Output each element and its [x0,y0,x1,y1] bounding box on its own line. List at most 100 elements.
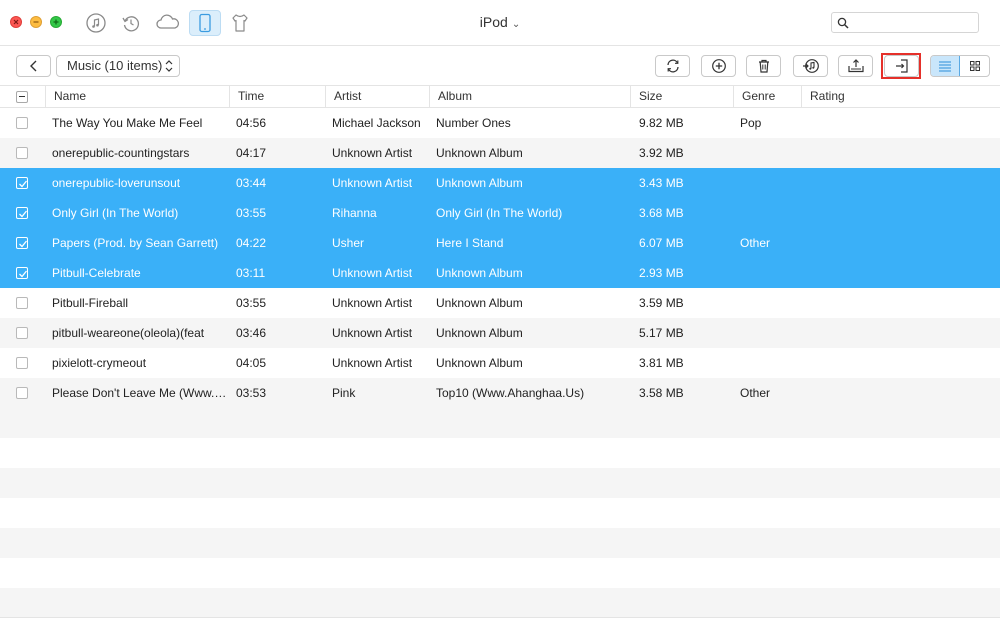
list-view-icon [939,61,951,72]
row-checkbox[interactable] [16,117,28,129]
cell-time: 03:44 [236,176,267,190]
to-device-button[interactable] [838,55,873,77]
search-input[interactable] [854,15,978,32]
row-checkbox[interactable] [16,207,28,219]
cell-rating [810,348,960,378]
grid-view-button[interactable] [960,56,989,76]
cell-name: onerepublic-loverunsout [52,176,181,190]
cell-time: 04:56 [236,116,267,130]
cell-name: The Way You Make Me Feel [52,116,203,130]
category-selector[interactable]: Music (10 items) [56,55,180,77]
cell-name: Pitbull-Celebrate [52,266,141,280]
cell-rating [810,258,960,288]
chevron-left-icon [29,60,36,72]
cell-album: Unknown Album [436,266,523,280]
cell-name: pixielott-crymeout [52,356,147,370]
cell-time: 03:55 [236,206,267,220]
row-checkbox[interactable] [16,297,28,309]
row-checkbox[interactable] [16,177,28,189]
chevron-down-icon: ⌄ [511,19,521,30]
cell-album: Unknown Album [436,176,523,190]
list-view-button[interactable] [931,56,961,76]
cell-artist: Usher [332,236,365,250]
column-header-time[interactable]: Time [229,86,325,107]
row-checkbox[interactable] [16,267,28,279]
cell-album: Number Ones [436,116,511,130]
table-row[interactable]: The Way You Make Me Feel 04:56 Michael Jac… [0,108,1000,138]
cell-time: 04:22 [236,236,267,250]
cell-album: Top10 (Www.Ahanghaa.Us) [436,386,585,400]
row-checkbox[interactable] [16,327,28,339]
cell-genre: Other [740,236,771,250]
cell-artist: Unknown Artist [332,326,413,340]
toolbar: Music (10 items) [0,46,1000,86]
column-header-genre[interactable]: Genre [733,86,801,107]
cell-size: 6.07 MB [639,236,684,250]
add-icon [711,59,726,73]
cell-time: 03:55 [236,296,267,310]
cell-genre [740,198,798,228]
cell-name: onerepublic-countingstars [52,146,190,160]
checkmark-icon [19,210,28,218]
add-button[interactable] [701,55,736,77]
empty-row [0,408,1000,438]
cell-name: Papers (Prod. by Sean Garrett) [52,236,219,250]
cell-genre: Other [740,386,771,400]
row-checkbox[interactable] [16,147,28,159]
back-button[interactable] [16,55,51,77]
table-row[interactable]: pixielott-crymeout 04:05 Unknown Artist Unk… [0,348,1000,378]
checkmark-icon [19,180,28,188]
to-itunes-button[interactable] [793,55,828,77]
to-itunes-icon [802,59,819,73]
cell-rating [810,318,960,348]
cell-time: 03:11 [236,266,266,280]
cell-size: 3.92 MB [639,146,684,160]
cell-artist: Rihanna [332,206,377,220]
column-header-artist[interactable]: Artist [325,86,429,107]
cell-time: 03:53 [236,386,267,400]
table-row[interactable]: Please Don't Leave Me (Www.… 03:53 Pink Top… [0,378,1000,408]
table-row[interactable]: Pitbull-Celebrate 03:11 Unknown Artist Unkn… [0,258,1000,288]
column-header-name[interactable]: Name [45,86,229,107]
cell-time: 04:05 [236,356,267,370]
column-header-rating[interactable]: Rating [801,86,1000,107]
cell-rating [810,108,960,138]
table-row[interactable]: onerepublic-countingstars 04:17 Unknown Ar… [0,138,1000,168]
search-field[interactable] [831,12,979,33]
cell-rating [810,378,960,408]
delete-button[interactable] [746,55,781,77]
table-row[interactable]: Only Girl (In The World) 03:55 Rihanna Only… [0,198,1000,228]
cell-name: pitbull-weareone(oleola)(feat [52,326,205,340]
row-checkbox[interactable] [16,357,28,369]
to-computer-button[interactable] [884,55,919,77]
cell-genre [740,258,798,288]
table-row[interactable]: pitbull-weareone(oleola)(feat 03:46 Unknow… [0,318,1000,348]
empty-row [0,438,1000,468]
cell-name: Please Don't Leave Me (Www.… [52,386,227,400]
refresh-button[interactable] [655,55,690,77]
row-checkbox[interactable] [16,237,28,249]
cell-rating [810,198,960,228]
select-all-checkbox[interactable] [16,91,28,103]
cell-name: Pitbull-Fireball [52,296,129,310]
to-device-icon [847,59,864,73]
row-checkbox[interactable] [16,387,28,399]
cell-time: 03:46 [236,326,267,340]
cell-genre [740,138,798,168]
cell-album: Unknown Album [436,296,523,310]
cell-album: Only Girl (In The World) [436,206,563,220]
view-mode-toggle [930,55,990,77]
select-all-column [0,86,45,107]
table-row[interactable]: Pitbull-Fireball 03:55 Unknown Artist Unkno… [0,288,1000,318]
cell-name: Only Girl (In The World) [52,206,179,220]
cell-size: 3.59 MB [639,296,684,310]
table-row[interactable]: Papers (Prod. by Sean Garrett) 04:22 Usher… [0,228,1000,258]
empty-row [0,588,1000,618]
column-header-album[interactable]: Album [429,86,630,107]
table-row[interactable]: onerepublic-loverunsout 03:44 Unknown Arti… [0,168,1000,198]
updown-chevron-icon [165,60,173,72]
column-header-size[interactable]: Size [630,86,733,107]
grid-view-icon [969,61,980,71]
cell-size: 9.82 MB [639,116,684,130]
cell-time: 04:17 [236,146,267,160]
